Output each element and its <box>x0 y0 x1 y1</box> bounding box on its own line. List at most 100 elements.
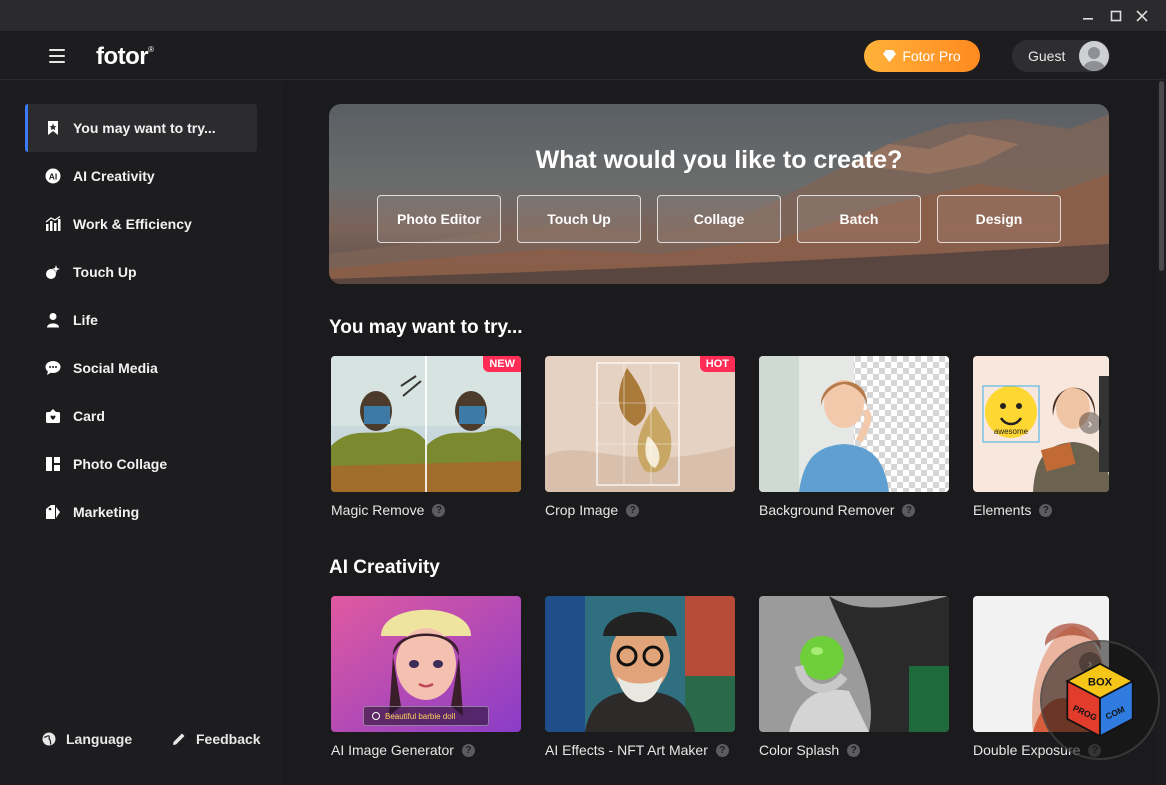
sidebar: You may want to try... AI AI Creativity … <box>0 81 282 785</box>
background-remover-preview <box>759 356 949 492</box>
diamond-icon <box>883 50 897 62</box>
card-ai-effects[interactable]: AI Effects - NFT Art Maker? <box>545 596 735 758</box>
help-icon[interactable]: ? <box>626 503 640 517</box>
card-label: Background Remover <box>759 502 895 518</box>
hero-title: What would you like to create? <box>535 146 903 174</box>
touch-up-button[interactable]: Touch Up <box>517 195 641 243</box>
sidebar-item-you-may-want[interactable]: You may want to try... <box>25 104 257 152</box>
sidebar-item-photo-collage[interactable]: Photo Collage <box>25 440 257 488</box>
svg-text:BOX: BOX <box>1088 676 1113 688</box>
sidebar-item-label: AI Creativity <box>73 168 155 184</box>
crop-image-preview <box>545 356 735 492</box>
card-thumbnail: HOT <box>545 356 735 492</box>
help-icon[interactable]: ? <box>432 503 446 517</box>
main-content: What would you like to create? Photo Edi… <box>282 81 1156 785</box>
card-label: AI Effects - NFT Art Maker <box>545 742 708 758</box>
card-label: Crop Image <box>545 502 619 518</box>
sidebar-item-life[interactable]: Life <box>25 296 257 344</box>
fotor-pro-button[interactable]: Fotor Pro <box>864 40 980 72</box>
help-icon[interactable]: ? <box>902 503 916 517</box>
card-icon <box>45 408 61 424</box>
card-thumbnail: awesome › <box>973 356 1109 492</box>
window-titlebar <box>0 0 1166 32</box>
scrollbar-thumb[interactable] <box>1159 81 1164 271</box>
sidebar-item-label: Life <box>73 312 98 328</box>
chat-bubble-icon <box>45 360 61 376</box>
ai-icon: AI <box>45 168 61 184</box>
sidebar-item-touch-up[interactable]: Touch Up <box>25 248 257 296</box>
boxprog-watermark-logo: BOX PROG COM <box>1040 640 1160 760</box>
card-thumbnail <box>545 596 735 732</box>
account-button[interactable]: Guest <box>1012 40 1110 72</box>
minimize-icon[interactable] <box>1074 0 1102 32</box>
card-color-splash[interactable]: Color Splash? <box>759 596 949 758</box>
tag-icon <box>45 504 61 520</box>
card-elements[interactable]: awesome › Elements? <box>973 356 1109 518</box>
sidebar-item-social-media[interactable]: Social Media <box>25 344 257 392</box>
search-icon <box>372 712 380 720</box>
hot-badge: HOT <box>699 356 735 372</box>
app-header: fotor® Fotor Pro Guest <box>0 33 1166 80</box>
sidebar-item-label: Work & Efficiency <box>73 216 192 232</box>
hero-banner: What would you like to create? Photo Edi… <box>329 104 1109 284</box>
card-ai-image-generator[interactable]: Beautiful barbie doll AI Image Generator… <box>331 596 521 758</box>
sidebar-item-card[interactable]: Card <box>25 392 257 440</box>
menu-icon[interactable] <box>49 49 65 63</box>
mountain-background <box>329 114 1109 284</box>
card-thumbnail: Beautiful barbie doll <box>331 596 521 732</box>
svg-text:AI: AI <box>49 171 58 181</box>
sparkle-brush-icon <box>45 264 61 280</box>
card-crop-image[interactable]: HOT Crop Image? <box>545 356 735 518</box>
avatar <box>1079 41 1109 71</box>
guest-label: Guest <box>1028 48 1066 64</box>
collage-button[interactable]: Collage <box>657 195 781 243</box>
batch-button[interactable]: Batch <box>797 195 921 243</box>
photo-editor-button[interactable]: Photo Editor <box>377 195 501 243</box>
sidebar-item-label: You may want to try... <box>73 120 216 136</box>
prompt-preview-box: Beautiful barbie doll <box>363 706 489 726</box>
language-label: Language <box>66 731 133 747</box>
help-icon[interactable]: ? <box>847 743 861 757</box>
close-icon[interactable] <box>1128 0 1156 32</box>
help-icon[interactable]: ? <box>715 743 729 757</box>
card-magic-remove[interactable]: NEW Magic Remove? <box>331 356 521 518</box>
card-label: Color Splash <box>759 742 840 758</box>
sticker-text: awesome <box>994 427 1029 436</box>
fotor-pro-label: Fotor Pro <box>902 48 961 64</box>
maximize-icon[interactable] <box>1102 0 1130 32</box>
prompt-preview-text: Beautiful barbie doll <box>385 711 456 721</box>
sidebar-item-label: Card <box>73 408 105 424</box>
sidebar-item-label: Social Media <box>73 360 158 376</box>
card-background-remover[interactable]: Background Remover? <box>759 356 949 518</box>
section-title-ai-creativity: AI Creativity <box>329 557 440 578</box>
carousel-next-arrow[interactable]: › <box>1079 412 1101 434</box>
card-thumbnail: NEW <box>331 356 521 492</box>
card-thumbnail <box>759 596 949 732</box>
bookmark-star-icon <box>45 120 61 136</box>
pencil-icon <box>173 733 185 745</box>
help-icon[interactable]: ? <box>461 743 475 757</box>
sidebar-item-ai-creativity[interactable]: AI AI Creativity <box>25 152 257 200</box>
card-label: AI Image Generator <box>331 742 454 758</box>
sidebar-item-marketing[interactable]: Marketing <box>25 488 257 536</box>
design-button[interactable]: Design <box>937 195 1061 243</box>
section-title-you-may-want: You may want to try... <box>329 317 523 338</box>
vertical-scrollbar[interactable] <box>1157 81 1166 785</box>
chart-icon <box>45 216 61 232</box>
language-button[interactable]: Language <box>42 731 132 747</box>
globe-icon <box>42 732 56 746</box>
sidebar-item-label: Photo Collage <box>73 456 168 472</box>
sidebar-item-work-efficiency[interactable]: Work & Efficiency <box>25 200 257 248</box>
card-thumbnail <box>759 356 949 492</box>
card-label: Elements <box>973 502 1032 518</box>
fotor-logo: fotor® <box>96 43 154 70</box>
new-badge: NEW <box>483 356 521 372</box>
feedback-button[interactable]: Feedback <box>172 731 261 747</box>
sidebar-item-label: Touch Up <box>73 264 137 280</box>
person-icon <box>45 312 61 328</box>
color-splash-preview <box>759 596 949 732</box>
help-icon[interactable]: ? <box>1039 503 1053 517</box>
collage-icon <box>45 456 61 472</box>
magic-remove-preview <box>331 356 521 492</box>
sidebar-item-label: Marketing <box>73 504 140 520</box>
